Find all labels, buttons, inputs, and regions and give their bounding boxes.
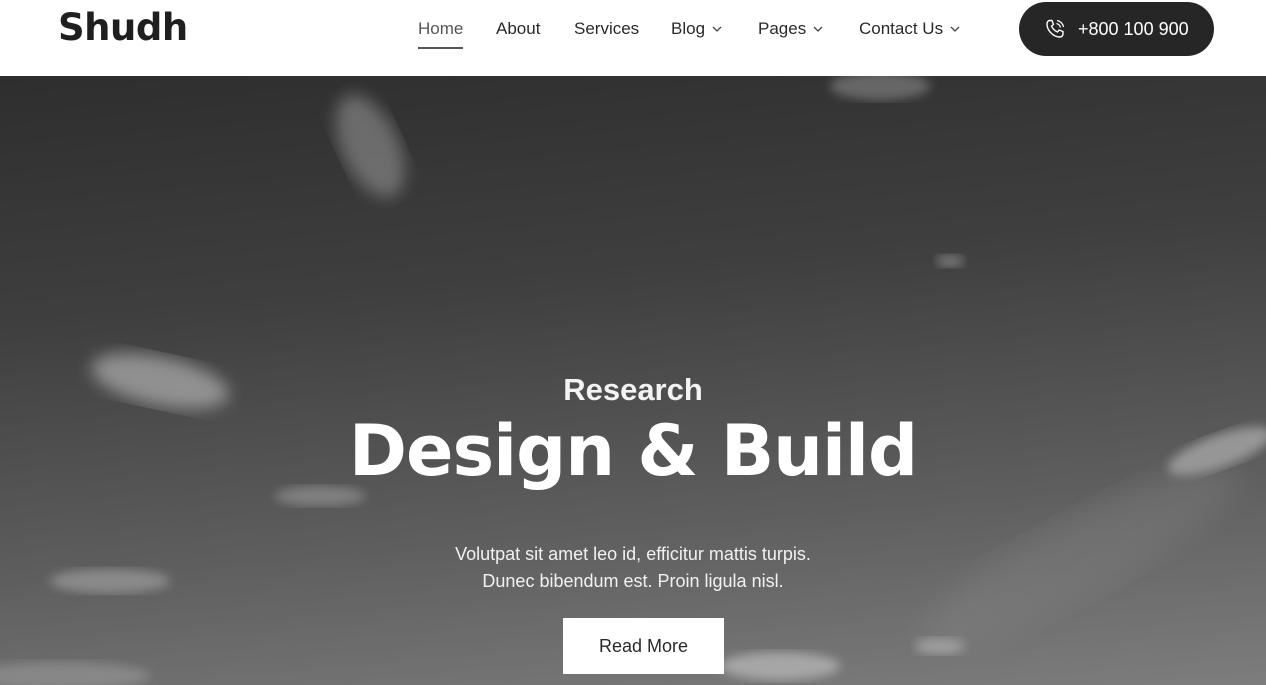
nav-item-label: About bbox=[496, 19, 541, 38]
site-header: Shudh Home About Services Blog Pages Con… bbox=[0, 0, 1266, 76]
hero-text-line: Volutpat sit amet leo id, efficitur matt… bbox=[455, 544, 811, 564]
brand-logo[interactable]: Shudh bbox=[58, 6, 188, 49]
nav-item-pages[interactable]: Pages bbox=[758, 19, 823, 39]
hero-kicker: Research bbox=[563, 372, 703, 407]
nav-item-label: Services bbox=[574, 19, 640, 38]
nav-item-blog[interactable]: Blog bbox=[671, 19, 722, 39]
phone-button[interactable]: +800 100 900 bbox=[1019, 2, 1214, 56]
phone-number: +800 100 900 bbox=[1078, 18, 1189, 39]
nav-item-label: Contact Us bbox=[859, 19, 944, 38]
nav-item-label: Pages bbox=[758, 19, 807, 38]
hero-banner: Research Design & Build Volutpat sit ame… bbox=[0, 76, 1266, 685]
chevron-down-icon bbox=[712, 26, 722, 32]
nav-item-about[interactable]: About bbox=[496, 19, 540, 39]
nav-item-home[interactable]: Home bbox=[418, 19, 464, 49]
hero-title: Design & Build bbox=[348, 410, 918, 492]
nav-item-contact[interactable]: Contact Us bbox=[859, 19, 960, 39]
hero-content: Research Design & Build Volutpat sit ame… bbox=[0, 76, 1266, 685]
chevron-down-icon bbox=[950, 26, 960, 32]
read-more-button[interactable]: Read More bbox=[563, 618, 724, 674]
nav-item-services[interactable]: Services bbox=[574, 19, 639, 39]
active-underline bbox=[418, 47, 464, 49]
hero-description: Volutpat sit amet leo id, efficitur matt… bbox=[0, 541, 1266, 595]
nav-item-label: Home bbox=[418, 19, 464, 38]
nav-item-label: Blog bbox=[671, 19, 706, 38]
phone-icon bbox=[1046, 19, 1065, 38]
hero-text-line: Dunec bibendum est. Proin ligula nisl. bbox=[482, 571, 784, 591]
chevron-down-icon bbox=[813, 26, 823, 32]
